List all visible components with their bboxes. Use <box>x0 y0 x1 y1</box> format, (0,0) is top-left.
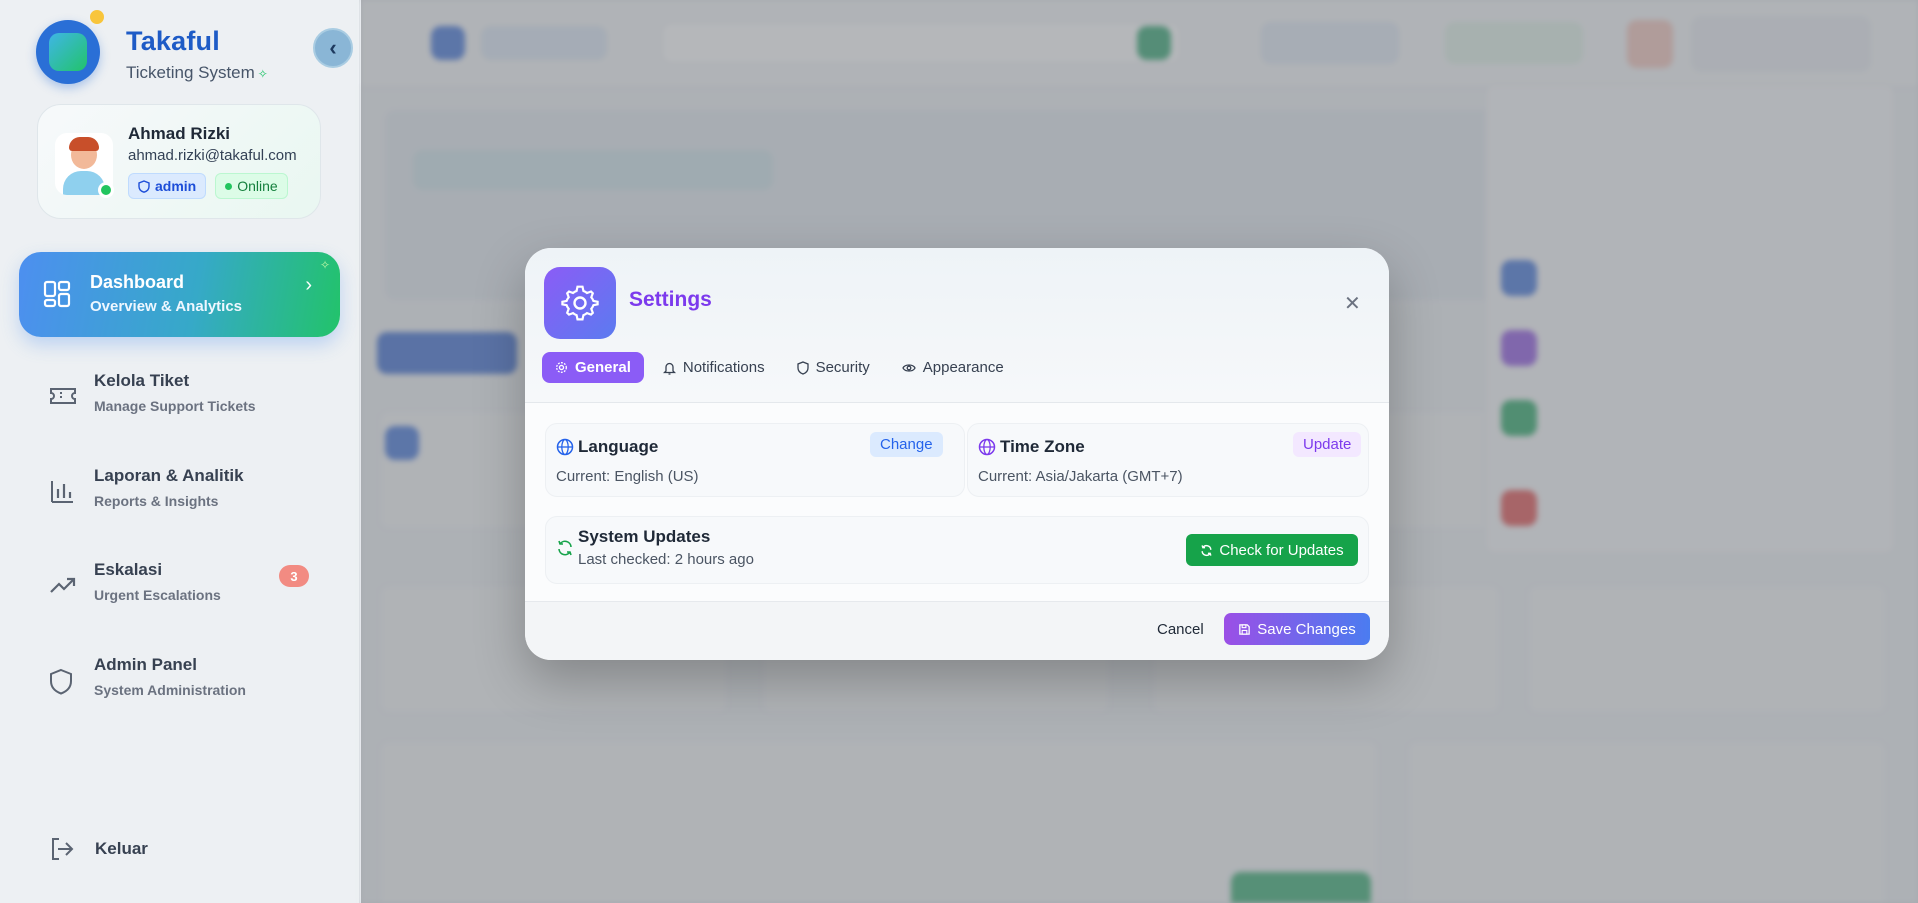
save-icon <box>1239 623 1251 635</box>
sidebar-item-sublabel: Reports & Insights <box>94 493 219 509</box>
tab-general[interactable]: General <box>542 352 644 383</box>
sidebar-item-label: Eskalasi <box>94 560 163 579</box>
settings-tabs: General Notifications Security Appearanc… <box>542 352 1017 383</box>
logout-icon <box>52 838 74 860</box>
trending-up-icon <box>50 577 76 593</box>
sidebar-item-admin-panel[interactable]: Admin Panel System Administration <box>19 646 340 716</box>
close-icon[interactable]: ✕ <box>1344 291 1361 316</box>
logout-label: Keluar <box>95 839 148 858</box>
sidebar-item-kelola-tiket[interactable]: Kelola Tiket Manage Support Tickets <box>19 362 340 432</box>
logout-button[interactable]: Keluar <box>49 836 148 862</box>
tab-security[interactable]: Security <box>784 352 883 383</box>
eye-icon <box>902 363 916 372</box>
cancel-button[interactable]: Cancel <box>1147 617 1214 642</box>
shield-icon <box>138 179 150 193</box>
sidebar-item-laporan[interactable]: Laporan & Analitik Reports & Insights <box>19 457 340 527</box>
user-email: ahmad.rizki@takaful.com <box>128 147 297 164</box>
sparkle-icon: ✧ <box>319 258 330 272</box>
sidebar-item-dashboard[interactable]: Dashboard Overview & Analytics › ✧ <box>19 252 340 337</box>
sidebar-item-label: Admin Panel <box>94 655 197 674</box>
settings-gear-icon <box>544 267 616 339</box>
language-value: Current: English (US) <box>556 468 699 485</box>
sidebar-item-eskalasi[interactable]: Eskalasi Urgent Escalations 3 <box>19 551 340 621</box>
brand-logo <box>36 8 106 84</box>
system-updates-title: System Updates <box>578 527 711 546</box>
tab-appearance[interactable]: Appearance <box>889 352 1017 383</box>
chevron-left-icon: ‹ <box>329 35 337 60</box>
sidebar-item-sublabel: Manage Support Tickets <box>94 398 256 414</box>
tab-notifications[interactable]: Notifications <box>650 352 778 383</box>
bar-chart-icon <box>51 481 73 503</box>
check-for-updates-button[interactable]: Check for Updates <box>1186 534 1358 566</box>
refresh-icon <box>558 540 572 556</box>
chevron-right-icon: › <box>305 274 312 296</box>
save-changes-button[interactable]: Save Changes <box>1224 613 1370 645</box>
sidebar-item-label: Dashboard <box>90 272 185 292</box>
dashboard-grid-icon <box>43 280 71 308</box>
brand-subtitle: Ticketing System ✧ <box>126 63 268 82</box>
system-updates-value: Last checked: 2 hours ago <box>578 551 754 568</box>
brand-title: Takaful <box>126 26 220 56</box>
timezone-value: Current: Asia/Jakarta (GMT+7) <box>978 468 1183 485</box>
language-card: Language Current: English (US) Change <box>545 423 965 497</box>
gear-icon <box>556 362 567 373</box>
sidebar-item-sublabel: Urgent Escalations <box>94 587 221 603</box>
user-name: Ahmad Rizki <box>128 124 231 143</box>
language-title: Language <box>578 437 659 456</box>
timezone-card: Time Zone Current: Asia/Jakarta (GMT+7) … <box>967 423 1369 497</box>
timezone-title: Time Zone <box>1000 437 1085 456</box>
globe-icon <box>978 438 996 456</box>
globe-icon <box>556 438 574 456</box>
shield-icon <box>50 668 72 695</box>
sidebar-item-sublabel: Overview & Analytics <box>90 298 243 315</box>
brand[interactable]: Takaful Ticketing System ✧ <box>36 8 268 84</box>
modal-title: Settings <box>629 288 712 311</box>
update-timezone-button[interactable]: Update <box>1293 432 1362 457</box>
settings-modal: Settings ✕ General Notifications Securit… <box>525 248 1389 660</box>
bell-icon <box>662 362 676 375</box>
escalation-count-badge: 3 <box>279 565 309 587</box>
refresh-icon <box>1201 544 1212 556</box>
shield-icon <box>796 360 809 375</box>
sidebar-item-label: Laporan & Analitik <box>94 466 244 485</box>
modal-footer: Cancel Save Changes <box>525 601 1389 660</box>
sparkle-icon: ✧ <box>257 67 268 81</box>
sidebar-item-label: Kelola Tiket <box>94 371 190 390</box>
collapse-sidebar-button[interactable]: ‹ <box>313 28 353 68</box>
status-badge: Online <box>215 173 288 199</box>
sidebar-item-sublabel: System Administration <box>94 682 246 698</box>
online-status-dot <box>98 182 114 198</box>
role-badge: admin <box>128 173 207 199</box>
ticket-icon <box>50 388 76 404</box>
sidebar: Takaful Ticketing System ✧ ‹ Ahmad Rizki … <box>0 0 360 903</box>
user-profile-card[interactable]: Ahmad Rizki ahmad.rizki@takaful.com admi… <box>37 104 321 219</box>
change-language-button[interactable]: Change <box>870 432 943 457</box>
